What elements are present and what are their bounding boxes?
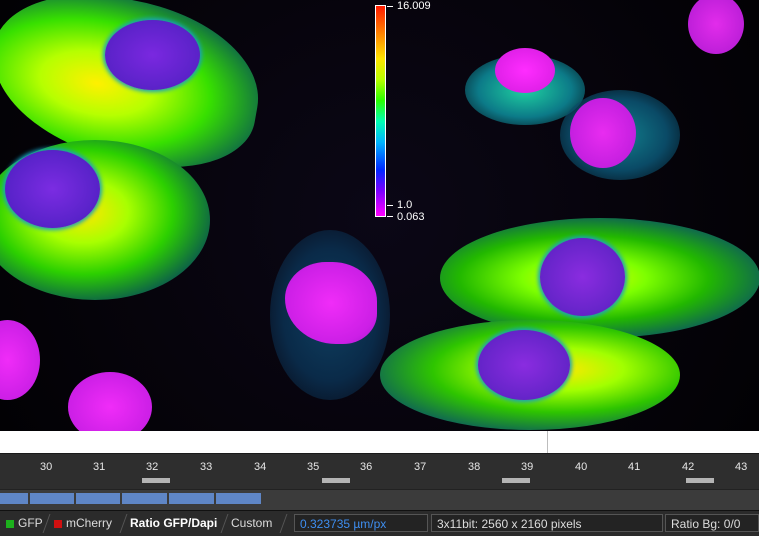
cell-nucleus (105, 20, 200, 90)
timeline-tick: 39 (521, 461, 534, 473)
timeline-marker[interactable] (322, 478, 350, 483)
tab-label: Custom (231, 516, 273, 530)
status-bar: GFP mCherry Ratio GFP/Dapi Custom 0.3237… (0, 510, 759, 536)
scrollbar-divider (547, 431, 548, 453)
cell-nucleus (478, 330, 570, 400)
colorbar-tick (387, 6, 393, 7)
frame-progress-track[interactable] (0, 489, 759, 510)
timeline-tick: 41 (628, 461, 641, 473)
frame-timeline[interactable]: 30 31 32 33 34 35 36 37 38 39 40 41 42 4… (0, 453, 759, 490)
progress-segment (216, 493, 261, 504)
cell-nucleus (495, 48, 555, 93)
ratio-image-viewer[interactable]: 16.009 1.0 0.063 (0, 0, 759, 431)
gfp-swatch-icon (6, 519, 14, 528)
timeline-marker[interactable] (502, 478, 530, 483)
mcherry-swatch-icon (54, 519, 62, 528)
timeline-tick: 30 (40, 461, 53, 473)
ratio-colorbar (375, 5, 386, 217)
cell-nucleus (0, 320, 40, 400)
colorbar-min-label: 0.063 (397, 211, 425, 223)
colorbar-max-label: 16.009 (397, 0, 431, 12)
tab-custom[interactable]: Custom (225, 515, 278, 532)
progress-segment (76, 493, 120, 504)
timeline-tick: 43 (735, 461, 748, 473)
tab-label: GFP (18, 516, 43, 530)
colorbar-tick (387, 216, 393, 217)
colorbar-tick (387, 205, 393, 206)
colorbar-one-label: 1.0 (397, 199, 413, 211)
cell-nucleus (688, 0, 744, 54)
timeline-tick: 32 (146, 461, 159, 473)
tab-gfp[interactable]: GFP (0, 515, 49, 532)
cell-nucleus (5, 150, 100, 228)
tab-divider (279, 514, 288, 533)
progress-segment (169, 493, 214, 504)
timeline-tick: 31 (93, 461, 106, 473)
progress-segment (122, 493, 167, 504)
ratio-bg-field: Ratio Bg: 0/0 (665, 514, 759, 532)
tab-mcherry[interactable]: mCherry (48, 515, 118, 532)
timeline-marker[interactable] (142, 478, 170, 483)
timeline-marker[interactable] (686, 478, 714, 483)
pixel-size-field: 0.323735 µm/px (294, 514, 428, 532)
tab-ratio-gfp-dapi[interactable]: Ratio GFP/Dapi (124, 515, 223, 532)
cell-nucleus (570, 98, 636, 168)
timeline-tick: 35 (307, 461, 320, 473)
cell-nucleus (540, 238, 625, 316)
timeline-tick: 34 (254, 461, 267, 473)
tab-label: Ratio GFP/Dapi (130, 516, 218, 530)
cell-nucleus (68, 372, 152, 431)
image-info-field: 3x11bit: 2560 x 2160 pixels (431, 514, 663, 532)
tab-label: mCherry (66, 516, 113, 530)
image-scrollbar[interactable] (0, 431, 759, 453)
progress-segment (30, 493, 74, 504)
timeline-tick: 36 (360, 461, 373, 473)
progress-segment (0, 493, 28, 504)
timeline-tick: 42 (682, 461, 695, 473)
timeline-tick: 33 (200, 461, 213, 473)
timeline-tick: 40 (575, 461, 588, 473)
timeline-tick: 37 (414, 461, 427, 473)
timeline-tick: 38 (468, 461, 481, 473)
